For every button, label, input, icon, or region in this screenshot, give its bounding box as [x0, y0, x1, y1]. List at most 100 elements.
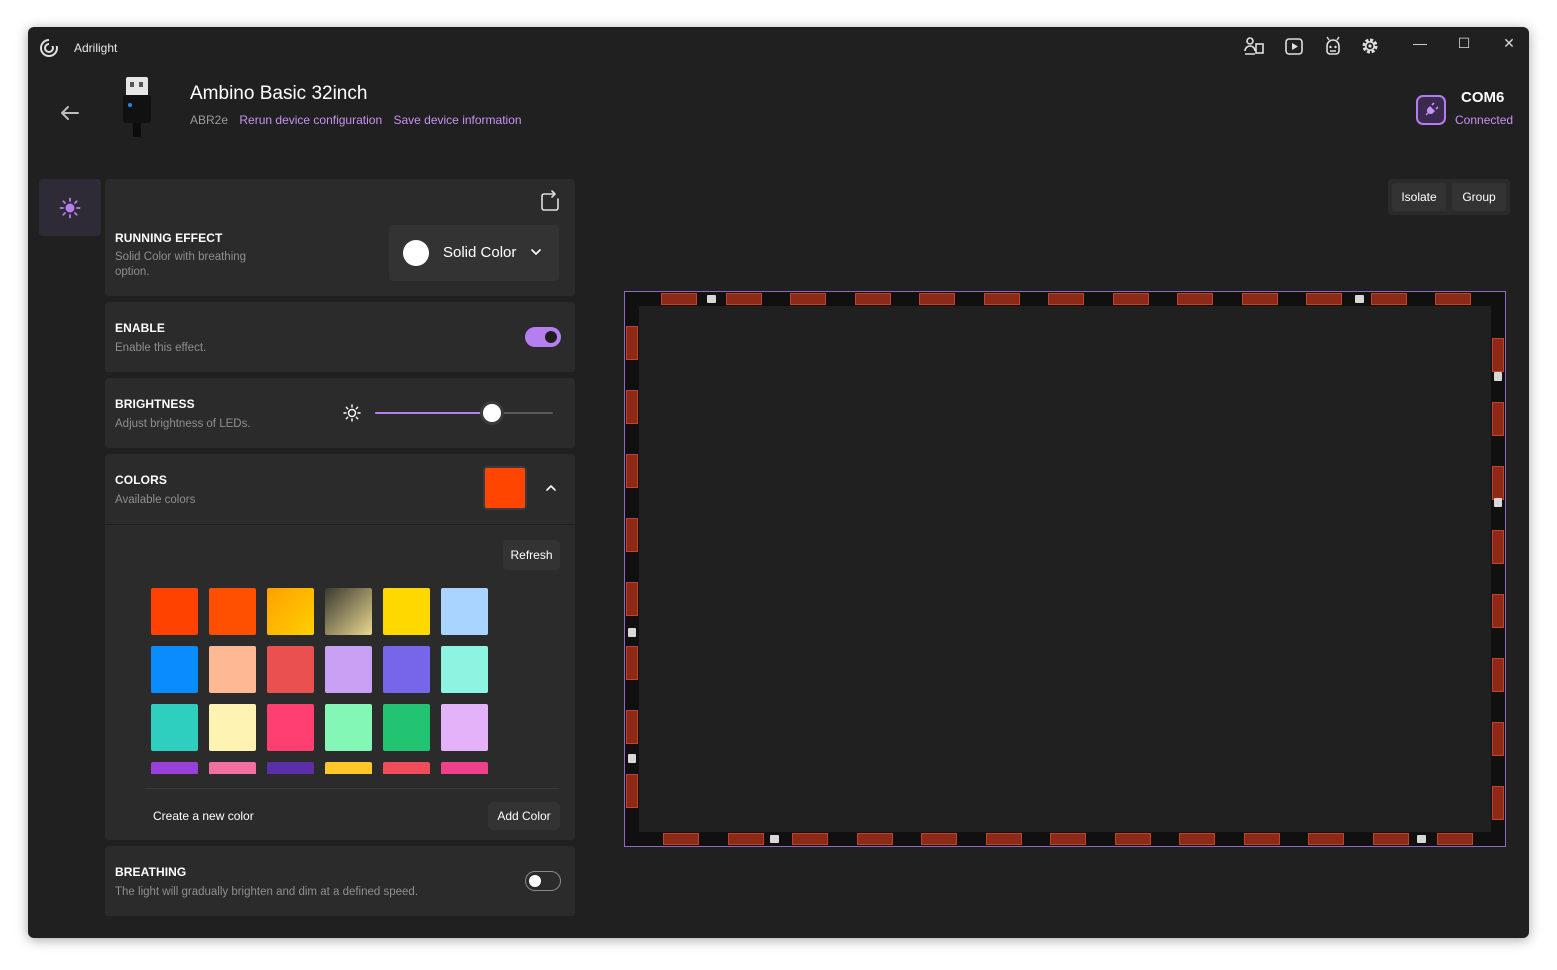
color-swatch[interactable]	[209, 646, 256, 693]
led	[792, 833, 828, 845]
led	[1492, 338, 1504, 372]
effect-color-dot	[403, 240, 429, 266]
plug-icon	[1425, 102, 1439, 116]
connector-chip	[628, 628, 636, 637]
breathing-toggle[interactable]	[525, 871, 561, 891]
color-swatch[interactable]	[441, 646, 488, 693]
connector-chip	[1355, 295, 1364, 303]
brightness-title: BRIGHTNESS	[115, 397, 195, 411]
breathing-description: The light will gradually brighten and di…	[115, 886, 419, 898]
rerun-configuration-link[interactable]: Rerun device configuration	[239, 113, 382, 127]
add-color-button[interactable]: Add Color	[488, 802, 560, 830]
color-swatch[interactable]	[209, 704, 256, 751]
led	[1372, 833, 1409, 845]
app-title: Adrilight	[74, 41, 118, 55]
breathing-card: BREATHING The light will gradually brigh…	[105, 846, 575, 916]
led	[921, 833, 957, 845]
color-swatch[interactable]	[441, 762, 488, 774]
led	[626, 710, 638, 744]
colors-description: Available colors	[115, 494, 196, 506]
connection-status: Connected	[1455, 113, 1514, 127]
led	[1179, 833, 1215, 845]
color-swatch[interactable]	[151, 762, 198, 774]
color-swatch[interactable]	[267, 588, 314, 635]
color-swatch[interactable]	[383, 704, 430, 751]
brightness-slider-fill	[375, 412, 493, 414]
brightness-slider[interactable]	[375, 404, 553, 422]
selected-color-swatch[interactable]	[483, 466, 527, 510]
color-swatch[interactable]	[325, 704, 372, 751]
canvas-tool-group: Isolate Group	[1388, 179, 1510, 215]
led	[1114, 833, 1151, 845]
color-swatch[interactable]	[209, 762, 256, 774]
connector-chip	[707, 295, 716, 303]
maximize-button[interactable]: ☐	[1444, 31, 1484, 55]
connector-chip	[1494, 498, 1502, 507]
brightness-slider-thumb[interactable]	[483, 404, 502, 422]
led	[727, 833, 764, 845]
color-swatch[interactable]	[441, 704, 488, 751]
group-button[interactable]: Group	[1452, 183, 1506, 211]
device-subtitle: ABR2e Rerun device configuration Save de…	[190, 113, 522, 127]
led	[854, 293, 891, 305]
led	[1492, 402, 1504, 436]
color-swatch[interactable]	[267, 646, 314, 693]
nav-lighting[interactable]	[39, 179, 101, 236]
reset-icon[interactable]	[537, 189, 563, 215]
led	[1241, 293, 1278, 305]
color-swatch[interactable]	[267, 762, 314, 774]
led	[626, 390, 638, 424]
color-swatch[interactable]	[325, 646, 372, 693]
led	[1435, 293, 1471, 305]
led	[1048, 293, 1084, 305]
minimize-button[interactable]: —	[1400, 31, 1440, 55]
running-effect-title: RUNNING EFFECT	[115, 231, 223, 245]
media-play-icon[interactable]	[1283, 35, 1305, 57]
isolate-button[interactable]: Isolate	[1392, 183, 1446, 211]
color-swatch[interactable]	[325, 588, 372, 635]
color-swatch[interactable]	[383, 588, 430, 635]
led	[919, 293, 955, 305]
running-effect-description: Solid Color with breathing option.	[115, 251, 247, 278]
chevron-up-icon[interactable]	[543, 480, 559, 496]
color-swatch[interactable]	[441, 588, 488, 635]
android-icon[interactable]	[1322, 35, 1344, 57]
enable-toggle[interactable]	[525, 327, 561, 347]
effect-dropdown[interactable]: Solid Color	[389, 225, 559, 281]
back-arrow-icon[interactable]	[56, 99, 84, 127]
connector-chip	[770, 835, 779, 843]
save-device-info-link[interactable]: Save device information	[393, 113, 521, 127]
led	[1308, 833, 1344, 845]
colors-header: COLORS Available colors	[105, 454, 575, 525]
colors-title: COLORS	[115, 473, 167, 487]
refresh-button[interactable]: Refresh	[503, 540, 560, 570]
close-button[interactable]: ✕	[1489, 31, 1529, 55]
led	[856, 833, 893, 845]
led	[1492, 658, 1504, 692]
color-swatch[interactable]	[383, 646, 430, 693]
create-color-label: Create a new color	[153, 809, 254, 823]
device-name: Ambino Basic 32inch	[190, 83, 368, 104]
color-swatch[interactable]	[267, 704, 314, 751]
running-effect-card: RUNNING EFFECT Solid Color with breathin…	[105, 179, 575, 296]
sun-icon	[59, 197, 81, 218]
connector-chip	[1417, 835, 1426, 843]
led	[1492, 786, 1504, 820]
device-config-icon[interactable]	[1243, 35, 1265, 57]
led-layout-canvas[interactable]	[624, 291, 1506, 847]
led	[626, 518, 638, 552]
connector-chip	[628, 754, 636, 763]
usb-plug-icon	[1416, 95, 1446, 125]
color-swatch[interactable]	[151, 704, 198, 751]
color-swatch[interactable]	[209, 588, 256, 635]
color-swatch[interactable]	[383, 762, 430, 774]
led	[1112, 293, 1149, 305]
led	[1492, 466, 1504, 500]
color-swatch[interactable]	[325, 762, 372, 774]
enable-card: ENABLE Enable this effect.	[105, 302, 575, 372]
led	[1177, 293, 1213, 305]
color-swatch[interactable]	[151, 646, 198, 693]
color-swatch[interactable]	[151, 588, 198, 635]
settings-icon[interactable]	[1359, 35, 1381, 57]
effect-dropdown-value: Solid Color	[443, 244, 517, 261]
